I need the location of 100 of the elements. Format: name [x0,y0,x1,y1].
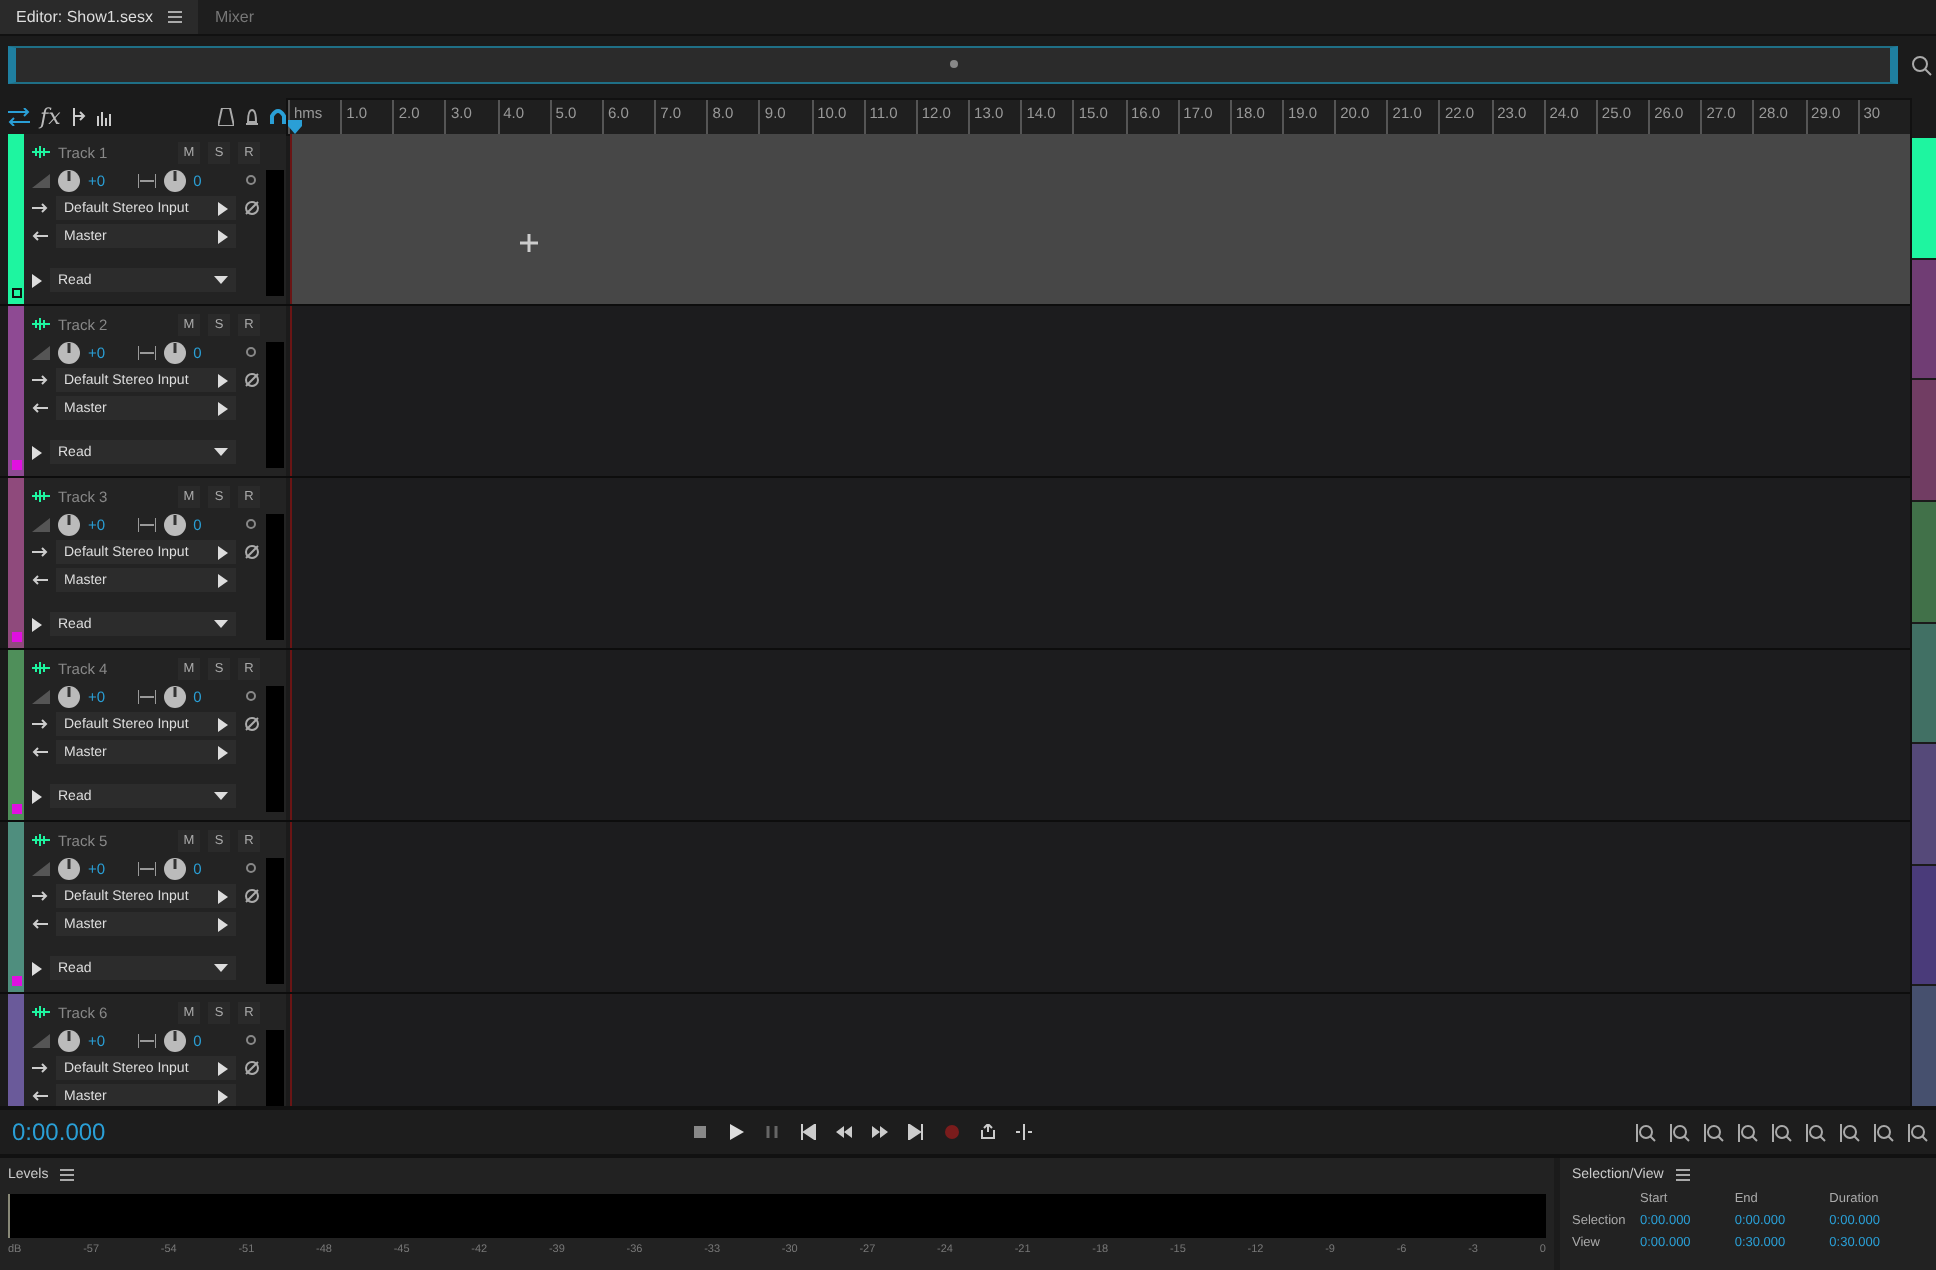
caret-icon [214,448,228,456]
volume-icon [32,345,50,359]
expand-icon[interactable] [32,961,42,975]
routing-icon[interactable] [70,108,87,126]
waveform-icon [32,662,50,674]
effects-button[interactable]: fx [40,104,61,130]
expand-icon[interactable] [32,273,42,287]
fast-forward-icon[interactable] [872,1124,888,1140]
track-overview-strip[interactable] [1910,134,1936,1106]
crosshair-icon [520,234,538,252]
waveform-icon [32,318,50,330]
volume-knob[interactable] [58,513,80,535]
output-arrow-icon [32,746,48,758]
caret-icon [214,964,228,972]
volume-icon [32,861,50,875]
track-select-indicator[interactable] [11,632,21,642]
metronome-icon[interactable] [218,108,234,126]
waveform-icon [32,490,50,502]
zoom-icon[interactable] [1704,1123,1724,1141]
volume-knob[interactable] [58,169,80,191]
output-arrow-icon [32,402,48,414]
phase-icon[interactable] [244,1060,260,1076]
scroll-grip-icon [949,60,957,68]
output-arrow-icon [32,918,48,930]
bell-icon[interactable] [244,108,260,126]
caret-icon [214,792,228,800]
phase-icon[interactable] [244,372,260,388]
monitor-icon[interactable] [242,690,260,702]
track-select-indicator[interactable] [11,460,21,470]
output-arrow-icon [32,230,48,242]
pan-knob[interactable] [163,1029,186,1051]
monitor-icon[interactable] [242,346,260,358]
pan-knob[interactable] [163,685,186,707]
track-select-indicator[interactable] [11,976,21,986]
phase-icon[interactable] [244,200,260,216]
stop-icon[interactable] [692,1124,708,1140]
volume-knob[interactable] [58,341,80,363]
track-select-indicator[interactable] [11,804,21,814]
waveform-icon [32,146,50,158]
waveform-icon [32,834,50,846]
swap-arrows-icon[interactable] [8,108,30,126]
phase-icon[interactable] [244,888,260,904]
pan-icon [137,1033,156,1047]
time-display: 0:00.000 [10,1118,108,1146]
zoom-icon[interactable] [1908,1123,1928,1141]
pan-knob[interactable] [163,513,186,535]
input-arrow-icon [32,374,48,386]
expand-icon[interactable] [32,789,42,803]
caret-icon [214,620,228,628]
input-arrow-icon [32,718,48,730]
go-to-end-icon[interactable] [908,1124,924,1140]
volume-knob[interactable] [58,857,80,879]
output-arrow-icon [32,574,48,586]
rewind-icon[interactable] [836,1124,852,1140]
pan-knob[interactable] [163,169,186,191]
monitor-icon[interactable] [242,518,260,530]
headphones-icon[interactable] [270,108,286,126]
zoom-icon[interactable] [1840,1123,1860,1141]
menu-icon[interactable] [1675,1168,1690,1182]
expand-icon[interactable] [32,617,42,631]
track-select-indicator[interactable] [11,288,21,298]
overview-scrollbar[interactable] [8,45,1898,83]
menu-icon[interactable] [60,1168,75,1182]
pan-icon [137,173,156,187]
pan-icon [137,517,156,531]
zoom-icon[interactable] [1738,1123,1758,1141]
phase-icon[interactable] [244,716,260,732]
pan-knob[interactable] [163,341,186,363]
caret-icon [214,276,228,284]
expand-icon[interactable] [32,445,42,459]
volume-knob[interactable] [58,1029,80,1051]
volume-icon [32,1033,50,1047]
pan-icon [137,345,156,359]
pause-icon[interactable] [764,1124,780,1140]
volume-knob[interactable] [58,685,80,707]
zoom-icon[interactable] [1636,1123,1656,1141]
bar-chart-icon[interactable] [96,109,113,125]
go-to-start-icon[interactable] [800,1124,816,1140]
monitor-icon[interactable] [242,862,260,874]
zoom-icon[interactable] [1806,1123,1826,1141]
pan-icon [137,689,156,703]
pan-knob[interactable] [163,857,186,879]
volume-icon [32,173,50,187]
output-arrow-icon [32,1090,48,1102]
zoom-icon[interactable] [1772,1123,1792,1141]
zoom-icon[interactable] [1874,1123,1894,1141]
input-arrow-icon [32,202,48,214]
track-lane[interactable] [290,134,1910,304]
play-icon[interactable] [728,1124,744,1140]
zoom-icon[interactable] [1910,53,1932,75]
monitor-icon[interactable] [242,1034,260,1046]
menu-icon[interactable] [168,10,183,24]
zoom-icon[interactable] [1670,1123,1690,1141]
input-arrow-icon [32,890,48,902]
monitor-icon[interactable] [242,174,260,186]
pan-icon [137,861,156,875]
editor-tab[interactable]: Editor: Show1.sesx [0,0,199,34]
input-arrow-icon [32,546,48,558]
phase-icon[interactable] [244,544,260,560]
volume-icon [32,517,50,531]
